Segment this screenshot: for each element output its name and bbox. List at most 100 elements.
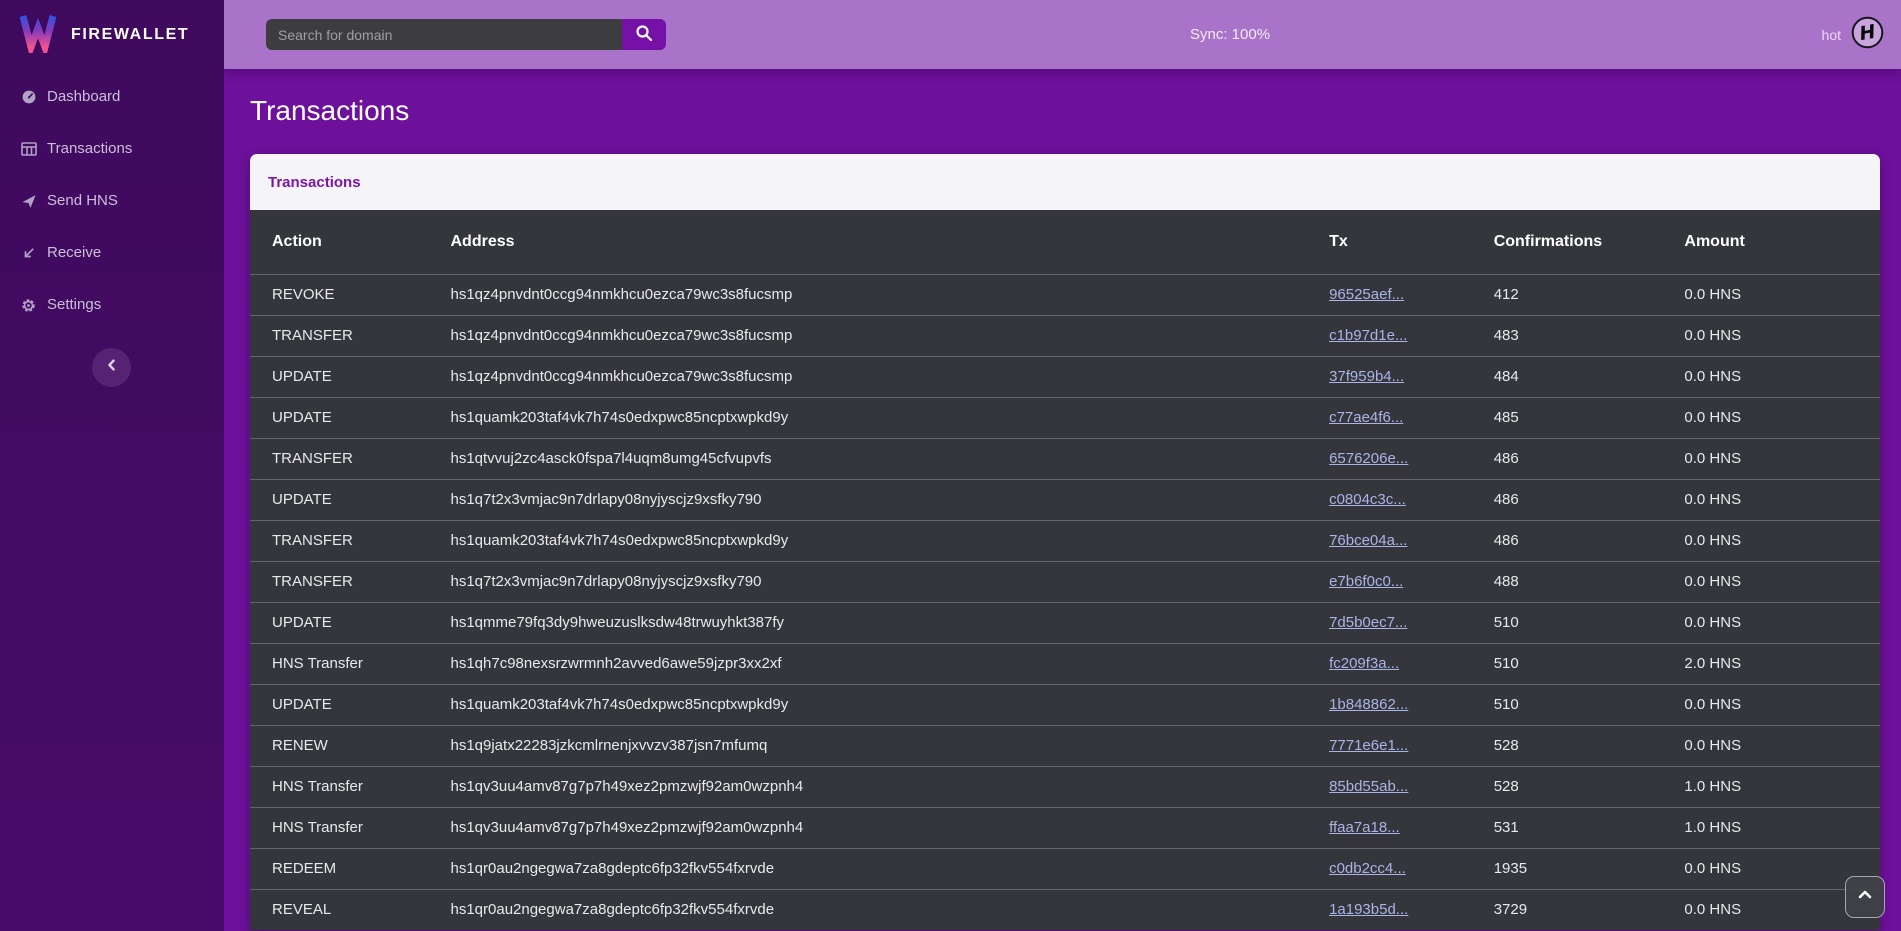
tx-link[interactable]: ffaa7a18... xyxy=(1329,819,1400,836)
amount-cell: 0.0 HNS xyxy=(1684,438,1880,479)
tx-cell: 1b848862... xyxy=(1329,684,1494,725)
amount-cell: 0.0 HNS xyxy=(1684,684,1880,725)
table-icon xyxy=(20,142,37,156)
tx-link[interactable]: 7771e6e1... xyxy=(1329,737,1408,754)
tx-cell: 37f959b4... xyxy=(1329,356,1494,397)
sidebar-item-send-hns[interactable]: Send HNS xyxy=(0,175,224,227)
tx-cell: c1b97d1e... xyxy=(1329,315,1494,356)
paper-plane-icon xyxy=(20,194,37,209)
amount-cell: 1.0 HNS xyxy=(1684,766,1880,807)
tx-link[interactable]: c1b97d1e... xyxy=(1329,327,1407,344)
tx-link[interactable]: 1b848862... xyxy=(1329,696,1408,713)
confirmations-cell: 412 xyxy=(1494,274,1685,315)
address-cell: hs1qz4pnvdnt0ccg94nmkhcu0ezca79wc3s8fucs… xyxy=(450,315,1329,356)
action-cell: UPDATE xyxy=(250,397,450,438)
tx-cell: fc209f3a... xyxy=(1329,643,1494,684)
tx-link[interactable]: e7b6f0c0... xyxy=(1329,573,1403,590)
address-cell: hs1qh7c98nexsrzwrmnh2avved6awe59jzpr3xx2… xyxy=(450,643,1329,684)
card-header: Transactions xyxy=(250,154,1880,210)
confirmations-cell: 3729 xyxy=(1494,889,1685,930)
brand-name: FIREWALLET xyxy=(71,26,189,44)
amount-cell: 0.0 HNS xyxy=(1684,397,1880,438)
amount-cell: 0.0 HNS xyxy=(1684,356,1880,397)
table-row: TRANSFERhs1qz4pnvdnt0ccg94nmkhcu0ezca79w… xyxy=(250,315,1880,356)
amount-cell: 0.0 HNS xyxy=(1684,479,1880,520)
column-header-confirmations: Confirmations xyxy=(1494,210,1685,274)
confirmations-cell: 486 xyxy=(1494,479,1685,520)
tx-link[interactable]: 76bce04a... xyxy=(1329,532,1407,549)
table-row: HNS Transferhs1qv3uu4amv87g7p7h49xez2pmz… xyxy=(250,807,1880,848)
action-cell: REVEAL xyxy=(250,889,450,930)
confirmations-cell: 1935 xyxy=(1494,848,1685,889)
tx-link[interactable]: 37f959b4... xyxy=(1329,368,1404,385)
brand: FIREWALLET xyxy=(0,0,224,69)
table-row: TRANSFERhs1qtvvuj2zc4asck0fspa7l4uqm8umg… xyxy=(250,438,1880,479)
column-header-amount: Amount xyxy=(1684,210,1880,274)
tx-cell: c77ae4f6... xyxy=(1329,397,1494,438)
page-content: Transactions Transactions Act xyxy=(224,69,1901,930)
sidebar-collapse-button[interactable] xyxy=(92,348,131,387)
sidebar-item-label: Dashboard xyxy=(47,86,120,108)
gauge-icon xyxy=(20,89,37,105)
wallet-menu[interactable]: hot H xyxy=(1822,16,1884,54)
table-row: REVEALhs1qr0au2ngegwa7za8gdeptc6fp32fkv5… xyxy=(250,889,1880,930)
action-cell: UPDATE xyxy=(250,356,450,397)
table-row: UPDATEhs1qmme79fq3dy9hweuzuslksdw48trwuy… xyxy=(250,602,1880,643)
sidebar-item-dashboard[interactable]: Dashboard xyxy=(0,71,224,123)
search-input[interactable] xyxy=(266,19,622,50)
app-root: FIREWALLET Dashboard xyxy=(0,0,1901,931)
confirmations-cell: 510 xyxy=(1494,643,1685,684)
table-row: UPDATEhs1q7t2x3vmjac9n7drlapy08nyjyscjz9… xyxy=(250,479,1880,520)
table-row: TRANSFERhs1quamk203taf4vk7h74s0edxpwc85n… xyxy=(250,520,1880,561)
confirmations-cell: 485 xyxy=(1494,397,1685,438)
tx-link[interactable]: fc209f3a... xyxy=(1329,655,1399,672)
tx-link[interactable]: c0804c3c... xyxy=(1329,491,1406,508)
confirmations-cell: 528 xyxy=(1494,725,1685,766)
amount-cell: 0.0 HNS xyxy=(1684,725,1880,766)
action-cell: HNS Transfer xyxy=(250,807,450,848)
chevron-up-icon xyxy=(1856,888,1874,906)
sidebar-item-receive[interactable]: Receive xyxy=(0,227,224,279)
address-cell: hs1qr0au2ngegwa7za8gdeptc6fp32fkv554fxrv… xyxy=(450,848,1329,889)
confirmations-cell: 488 xyxy=(1494,561,1685,602)
action-cell: TRANSFER xyxy=(250,438,450,479)
sidebar: FIREWALLET Dashboard xyxy=(0,0,224,931)
handshake-h-icon: H xyxy=(1851,16,1884,54)
chevron-left-icon xyxy=(104,357,120,378)
transactions-table: Action Address Tx Confirmations Amount R… xyxy=(250,210,1880,930)
address-cell: hs1qtvvuj2zc4asck0fspa7l4uqm8umg45cfvupv… xyxy=(450,438,1329,479)
address-cell: hs1qr0au2ngegwa7za8gdeptc6fp32fkv554fxrv… xyxy=(450,889,1329,930)
tx-cell: 1a193b5d... xyxy=(1329,889,1494,930)
address-cell: hs1q9jatx22283jzkcmlrnenjxvvzv387jsn7mfu… xyxy=(450,725,1329,766)
sidebar-item-transactions[interactable]: Transactions xyxy=(0,123,224,175)
amount-cell: 2.0 HNS xyxy=(1684,643,1880,684)
transactions-card: Transactions Action Address xyxy=(250,154,1880,930)
confirmations-cell: 510 xyxy=(1494,684,1685,725)
sidebar-item-settings[interactable]: Settings xyxy=(0,279,224,331)
page-title: Transactions xyxy=(250,95,1880,127)
confirmations-cell: 528 xyxy=(1494,766,1685,807)
sidebar-item-label: Send HNS xyxy=(47,190,118,212)
address-cell: hs1quamk203taf4vk7h74s0edxpwc85ncptxwpkd… xyxy=(450,520,1329,561)
tx-link[interactable]: 96525aef... xyxy=(1329,286,1404,303)
domain-search xyxy=(266,19,666,50)
tx-cell: 85bd55ab... xyxy=(1329,766,1494,807)
tx-link[interactable]: 6576206e... xyxy=(1329,450,1408,467)
tx-link[interactable]: c0db2cc4... xyxy=(1329,860,1406,877)
table-row: HNS Transferhs1qh7c98nexsrzwrmnh2avved6a… xyxy=(250,643,1880,684)
tx-link[interactable]: 85bd55ab... xyxy=(1329,778,1408,795)
amount-cell: 0.0 HNS xyxy=(1684,520,1880,561)
search-button[interactable] xyxy=(622,19,666,50)
sidebar-item-label: Receive xyxy=(47,242,101,264)
table-row: HNS Transferhs1qv3uu4amv87g7p7h49xez2pmz… xyxy=(250,766,1880,807)
scroll-to-top-button[interactable] xyxy=(1845,876,1885,918)
action-cell: HNS Transfer xyxy=(250,766,450,807)
tx-link[interactable]: 7d5b0ec7... xyxy=(1329,614,1407,631)
tx-cell: 7771e6e1... xyxy=(1329,725,1494,766)
column-header-address: Address xyxy=(450,210,1329,274)
tx-cell: 7d5b0ec7... xyxy=(1329,602,1494,643)
tx-link[interactable]: 1a193b5d... xyxy=(1329,901,1408,918)
tx-cell: c0804c3c... xyxy=(1329,479,1494,520)
confirmations-cell: 486 xyxy=(1494,438,1685,479)
tx-link[interactable]: c77ae4f6... xyxy=(1329,409,1403,426)
